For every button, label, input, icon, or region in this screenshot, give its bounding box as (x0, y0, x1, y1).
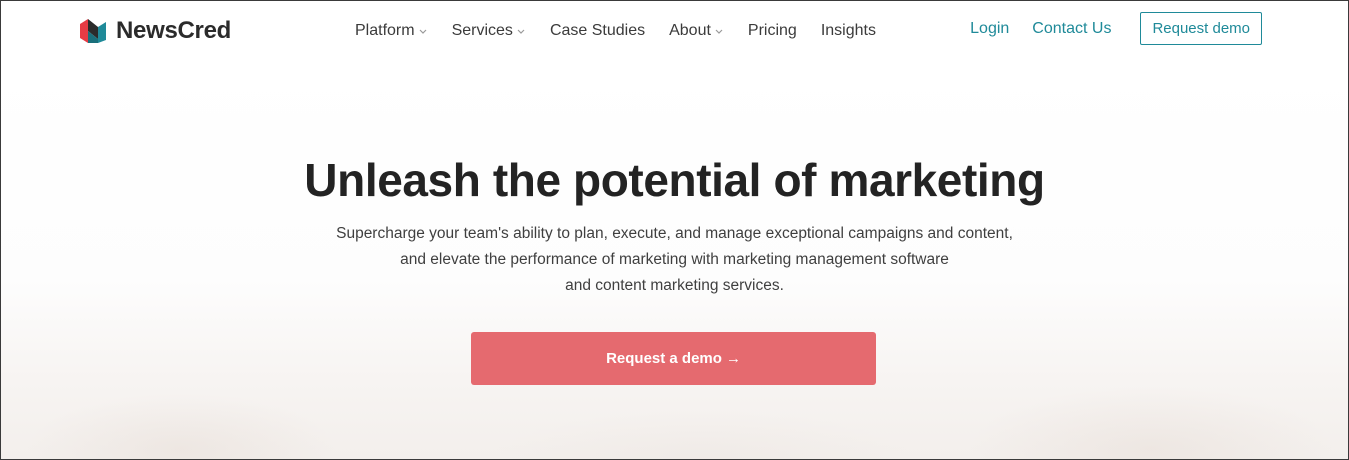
arrow-right-icon: → (725, 350, 741, 367)
nav-item-platform[interactable]: Platform (355, 22, 428, 40)
nav-item-label: Platform (355, 22, 415, 39)
nav-item-label: Services (451, 22, 513, 39)
hero-subtitle-line: Supercharge your team's ability to plan,… (336, 225, 1013, 242)
cta-label: Request a demo (606, 350, 722, 367)
request-a-demo-button[interactable]: Request a demo → (471, 332, 876, 385)
brand-name: NewsCred (116, 17, 231, 44)
nav-item-pricing[interactable]: Pricing (748, 22, 797, 40)
hero-title: Unleash the potential of marketing (304, 154, 1045, 206)
hero-section: Unleash the potential of marketing Super… (1, 151, 1348, 299)
nav-item-services[interactable]: Services (452, 22, 526, 40)
chevron-down-icon (517, 29, 525, 34)
main-nav: Platform Services Case Studies About Pri… (355, 20, 900, 42)
hero-subtitle-line: and content marketing services. (565, 277, 784, 294)
hero-subtitle-line: and elevate the performance of marketing… (400, 251, 949, 268)
nav-item-label: Pricing (747, 22, 797, 39)
chevron-down-icon (715, 29, 723, 34)
nav-item-insights[interactable]: Insights (821, 22, 876, 40)
hero-subtitle: Supercharge your team's ability to plan,… (1, 221, 1348, 299)
nav-item-label: Insights (820, 22, 876, 39)
contact-us-link[interactable]: Contact Us (1032, 20, 1111, 38)
login-link[interactable]: Login (970, 20, 1009, 38)
nav-item-label: Case Studies (549, 22, 646, 39)
newscred-logo-icon (80, 19, 106, 43)
nav-item-about[interactable]: About (669, 22, 724, 40)
chevron-down-icon (419, 29, 427, 34)
request-demo-button[interactable]: Request demo (1140, 12, 1262, 45)
site-header: NewsCred Platform Services Case Studies … (1, 1, 1348, 61)
nav-item-label: About (669, 22, 711, 39)
header-actions: Login Contact Us Request demo (970, 12, 1262, 45)
nav-item-case-studies[interactable]: Case Studies (550, 22, 645, 40)
brand-logo[interactable]: NewsCred (78, 16, 231, 46)
